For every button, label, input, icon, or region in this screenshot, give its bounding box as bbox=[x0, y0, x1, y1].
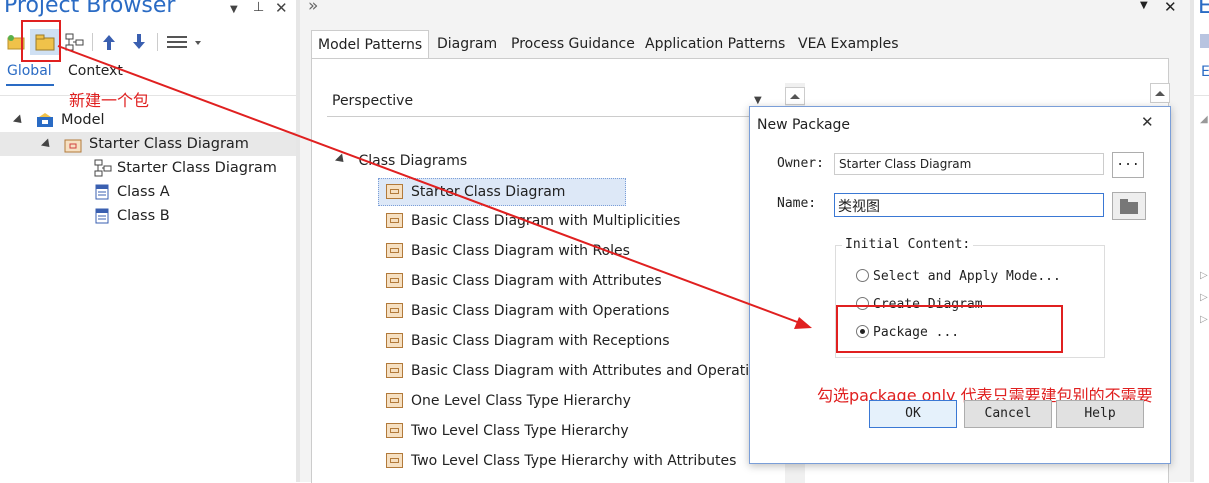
annotation-arrow bbox=[57, 45, 812, 329]
